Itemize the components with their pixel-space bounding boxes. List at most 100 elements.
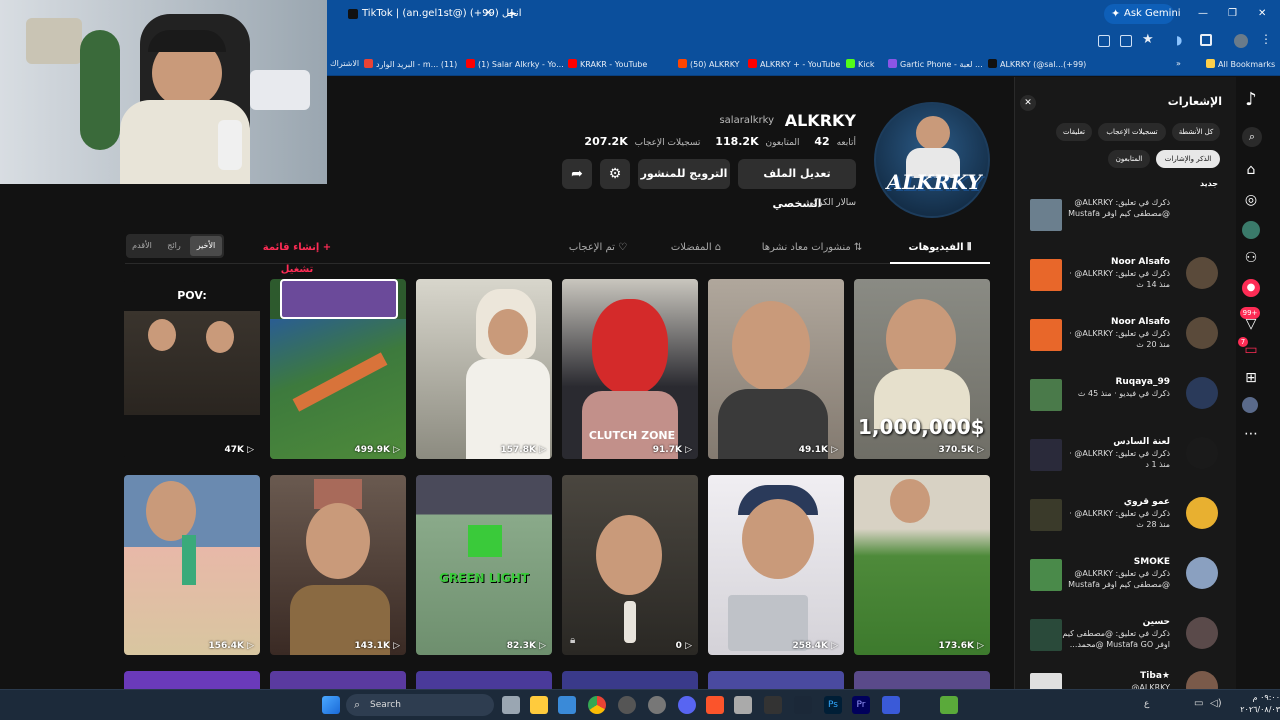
ask-gemini-button[interactable]: ✦ Ask Gemini	[1104, 4, 1181, 24]
filter-all-activity[interactable]: كل الأنشطة	[1172, 123, 1220, 141]
notification-avatar[interactable]	[1186, 377, 1218, 409]
share-arrow-icon[interactable]: ➦	[562, 159, 592, 189]
windows-start-icon[interactable]	[322, 696, 340, 714]
browser-menu-icon[interactable]: ⋮	[1260, 32, 1272, 46]
video-card[interactable]: POV: 47K ▷	[124, 279, 260, 459]
bookmark-item[interactable]: (1) Salar Alkrky - Yo...	[466, 59, 564, 69]
promote-post-button[interactable]: الترويج للمنشور	[638, 159, 730, 189]
bookmark-all[interactable]: All Bookmarks	[1206, 59, 1275, 69]
sort-popular[interactable]: رائج	[158, 236, 190, 256]
video-card[interactable]: 173.6K ▷	[854, 475, 990, 655]
premiere-icon[interactable]: Pr	[852, 696, 870, 714]
bookmark-chevron-icon[interactable]: »	[1176, 59, 1181, 68]
filter-likes[interactable]: تسجيلات الإعجاب	[1098, 123, 1166, 141]
notification-avatar[interactable]	[1186, 557, 1218, 589]
bookmark-item[interactable]: ALKRKY (@sal...(+99)	[988, 59, 1086, 69]
notification-avatar[interactable]	[1186, 497, 1218, 529]
restore-icon[interactable]: ❐	[1228, 4, 1237, 24]
app-icon[interactable]	[734, 696, 752, 714]
steam-icon[interactable]	[794, 696, 812, 714]
video-card[interactable]: CLUTCH ZONE 91.7K ▷	[562, 279, 698, 459]
notification-item[interactable]: SMOKE ذكرك في تعليق: ALKRKY@ @مصطفى كيم او…	[1018, 555, 1218, 607]
profile-avatar[interactable]	[1234, 34, 1248, 48]
notification-item[interactable]: Noor Alsafo ذكرك في تعليق: ALKRKY@ · منذ 2…	[1018, 315, 1218, 367]
live-icon[interactable]: ●	[1242, 279, 1260, 297]
home-icon[interactable]: ⌂	[1242, 161, 1260, 179]
following-count[interactable]: 42	[814, 135, 829, 148]
filter-mentions[interactable]: الذكر والإشارات	[1156, 150, 1220, 168]
extension-icon[interactable]: ◗	[1176, 33, 1182, 47]
profile-icon[interactable]	[1242, 397, 1258, 413]
bookmark-item[interactable]: (50) ALKRKY	[678, 59, 740, 69]
notification-item[interactable]: عمو قروي ذكرك في تعليق: ALKRKY@ · منذ 28 ث	[1018, 495, 1218, 547]
profile-avatar[interactable]: ALKRKY	[874, 102, 990, 218]
notification-avatar[interactable]	[1186, 617, 1218, 649]
obs-icon[interactable]	[618, 696, 636, 714]
video-card[interactable]	[854, 671, 990, 689]
taskbar-search[interactable]: ⌕ Search	[346, 694, 494, 716]
video-card[interactable]	[124, 671, 260, 689]
upload-icon[interactable]: ⊞	[1242, 369, 1260, 387]
tiktok-logo-icon[interactable]: ♪	[1242, 91, 1260, 109]
filter-comments[interactable]: تعليقات	[1056, 123, 1092, 141]
bookmark-item[interactable]: Gartic Phone - لعبة ...	[888, 59, 983, 69]
photoshop-icon[interactable]: Ps	[824, 696, 842, 714]
network-icon[interactable]: ▭	[1194, 698, 1203, 709]
create-playlist-button[interactable]: + إنشاء قائمة تشغيل	[252, 237, 342, 275]
minimize-icon[interactable]: —	[1198, 4, 1208, 24]
bookmark-item[interactable]: KRAKR - YouTube	[568, 59, 647, 69]
notification-item[interactable]: ذكرك في تعليق: ALKRKY@ @مصطفى كيم اوفر Mu…	[1018, 195, 1218, 247]
bookmark-star-icon[interactable]: ★	[1142, 32, 1154, 47]
bookmark-item[interactable]: البريد الوارد - m... (11)	[364, 59, 457, 69]
bookmark-item[interactable]: ALKRKY + - YouTube	[748, 59, 840, 69]
new-tab-button[interactable]: +	[506, 4, 518, 24]
video-card[interactable]	[416, 671, 552, 689]
task-view-icon[interactable]	[502, 696, 520, 714]
explore-icon[interactable]: ◎	[1242, 191, 1260, 209]
tab-close-icon[interactable]: ✕	[484, 4, 492, 24]
minecraft-icon[interactable]	[940, 696, 958, 714]
app-icon[interactable]	[882, 696, 900, 714]
notification-item[interactable]: Ruqaya_99 ذكرك في فيديو · منذ 45 ث	[1018, 375, 1218, 427]
translate-icon[interactable]	[1098, 35, 1110, 47]
sort-latest[interactable]: الأخير	[190, 236, 222, 256]
close-notifications-icon[interactable]: ✕	[1020, 95, 1036, 111]
video-card[interactable]: 499.9K ▷	[270, 279, 406, 459]
discord-icon[interactable]	[678, 696, 696, 714]
bookmark-item[interactable]: Kick	[846, 59, 875, 69]
active-tab[interactable]: TikTok | (an.gel1st@) انجل (99+)	[340, 4, 522, 24]
capcut-icon[interactable]	[764, 696, 782, 714]
tab-videos[interactable]: ⦀ الفيديوهات	[890, 237, 990, 264]
file-explorer-icon[interactable]	[530, 696, 548, 714]
input-language[interactable]: ع	[1144, 699, 1184, 709]
notification-item[interactable]: ★Tiba ALKRKY@	[1018, 669, 1218, 689]
edit-profile-button[interactable]: تعديل الملف الشخصي	[738, 159, 856, 210]
notification-avatar[interactable]	[1186, 671, 1218, 689]
video-card[interactable]: 1,000,000$ 370.5K ▷	[854, 279, 990, 459]
chrome-icon[interactable]	[588, 696, 606, 714]
following-avatar-icon[interactable]	[1242, 221, 1260, 239]
video-card[interactable]: 143.1K ▷	[270, 475, 406, 655]
video-card[interactable]	[562, 671, 698, 689]
window-close-icon[interactable]: ✕	[1258, 4, 1266, 24]
volume-icon[interactable]: ◁)	[1210, 698, 1222, 709]
brave-icon[interactable]	[706, 696, 724, 714]
notification-item[interactable]: حسين ذكرك في تعليق: @مصطفى كيم اوفر Mustaf…	[1018, 615, 1218, 667]
cast-icon[interactable]	[1120, 35, 1132, 47]
more-icon[interactable]: ⋯	[1242, 425, 1260, 443]
tab-reposts[interactable]: ⇅ منشورات معاد نشرها	[752, 237, 872, 264]
video-card[interactable]: 49.1K ▷	[708, 279, 844, 459]
store-icon[interactable]	[558, 696, 576, 714]
video-card[interactable]: GREEN LIGHT 82.3K ▷	[416, 475, 552, 655]
bookmark-item[interactable]: الاشتراك	[330, 59, 359, 68]
notification-avatar[interactable]	[1186, 257, 1218, 289]
notification-item[interactable]: Noor Alsafo ذكرك في تعليق: ALKRKY@ · منذ 1…	[1018, 255, 1218, 307]
friends-icon[interactable]: ⚇	[1242, 249, 1260, 267]
followers-count[interactable]: 118.2K	[715, 135, 758, 148]
search-icon[interactable]: ⌕	[1242, 127, 1262, 147]
video-card[interactable]: 258.4K ▷	[708, 475, 844, 655]
extensions-puzzle-icon[interactable]	[1200, 34, 1212, 46]
video-card[interactable]	[270, 671, 406, 689]
tab-liked[interactable]: ♡ تم الإعجاب	[556, 237, 640, 264]
messages-icon[interactable]: ▭	[1242, 341, 1260, 359]
